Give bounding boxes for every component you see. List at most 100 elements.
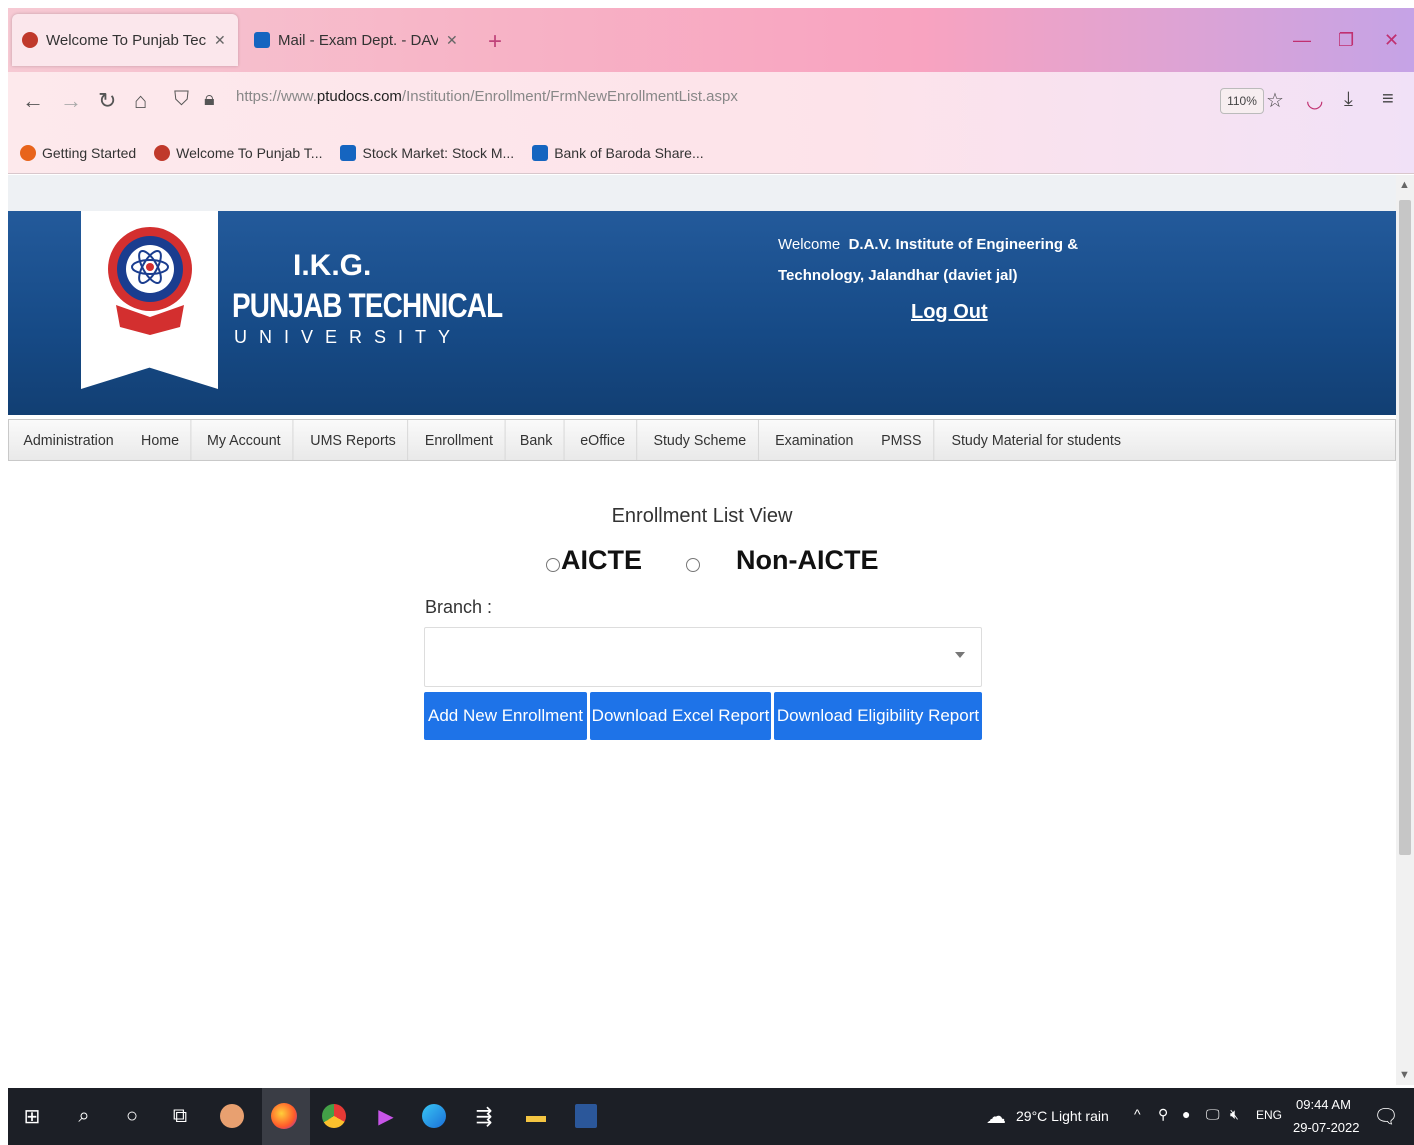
url-path: /Institution/Enrollment/FrmNewEnrollment… (401, 88, 738, 105)
url-domain: ptudocs.com (316, 88, 402, 105)
menu-pmss[interactable]: PMSS (870, 420, 934, 460)
pocket-icon[interactable]: ◡ (1306, 88, 1323, 113)
main-menu: Administration Home My Account UMS Repor… (8, 419, 1396, 461)
radio-aicte[interactable] (546, 558, 560, 572)
ptu-favicon-icon (154, 144, 171, 161)
university-name-line2: PUNJAB TECHNICAL (232, 287, 503, 325)
bookmark-getting-started[interactable]: Getting Started (20, 144, 136, 161)
add-new-enrollment-button[interactable]: Add New Enrollment (424, 692, 587, 740)
zoom-indicator[interactable]: 110% (1220, 88, 1264, 114)
bookmarks-bar: Getting Started Welcome To Punjab T... S… (8, 132, 1414, 174)
institute-name-line1: D.A.V. Institute of Engineering & (848, 236, 1079, 253)
university-name-line3: UNIVERSITY (234, 327, 463, 347)
tab-welcome-ptu[interactable]: Welcome To Punjab Technical U ✕ (12, 14, 238, 66)
download-eligibility-report-button[interactable]: Download Eligibility Report (774, 692, 982, 740)
app-tray-icon[interactable]: ⚲ (1158, 1106, 1168, 1123)
volume-icon[interactable]: 🔇︎ (1230, 1106, 1239, 1123)
reload-icon[interactable]: ↻ (98, 88, 116, 114)
scroll-down-icon[interactable]: ▼ (1399, 1069, 1410, 1081)
windows-start-icon[interactable]: ⊞ (18, 1102, 46, 1130)
university-name-line1: I.K.G. (293, 249, 372, 282)
home-icon[interactable]: ⌂ (134, 88, 147, 114)
menu-administration[interactable]: Administration (12, 420, 125, 460)
clock-time[interactable]: 09:44 AM (1296, 1097, 1351, 1112)
bookmark-stock-market[interactable]: Stock Market: Stock M... (340, 144, 515, 161)
search-icon[interactable]: ⌕ (70, 1102, 98, 1130)
download-icon[interactable]: ⤓ (1344, 88, 1353, 111)
tab-mail-exam-dept[interactable]: Mail - Exam Dept. - DAVIET - O ✕ (244, 14, 470, 66)
bookmark-label: Bank of Baroda Share... (554, 144, 704, 161)
menu-bank[interactable]: Bank (509, 420, 566, 460)
menu-examination[interactable]: Examination (764, 420, 865, 460)
weather-icon[interactable]: ☁ (982, 1102, 1010, 1130)
chevron-down-icon (955, 652, 965, 658)
branch-label: Branch : (425, 597, 493, 617)
notification-icon[interactable]: 🗨︎ (1372, 1102, 1400, 1130)
weather-text[interactable]: 29°C Light rain (1016, 1108, 1109, 1124)
browser-tab-bar: Welcome To Punjab Technical U ✕ Mail - E… (8, 8, 1414, 72)
menu-eoffice[interactable]: eOffice (568, 420, 637, 460)
menu-enrollment[interactable]: Enrollment (413, 420, 505, 460)
windows-taskbar: ⊞ ⌕ ○ ⧉ ▶ ⇶ ▬ ☁ 29°C Light rain ^ ⚲ ● 🖵︎… (8, 1088, 1414, 1145)
logout-link[interactable]: Log Out (911, 301, 988, 324)
firefox-icon (20, 144, 36, 161)
page-title: Enrollment List View (611, 505, 793, 527)
back-icon[interactable]: ← (22, 88, 44, 114)
file-explorer-icon[interactable]: ▬ (522, 1102, 550, 1130)
close-window-icon[interactable]: ✕ (1384, 30, 1399, 51)
chrome-tray-icon[interactable]: ● (1182, 1106, 1190, 1122)
menu-home[interactable]: Home (130, 420, 192, 460)
lock-icon[interactable]: 🔒︎ (204, 88, 215, 111)
restore-icon[interactable]: ❐ (1338, 30, 1354, 51)
ptu-favicon-icon (22, 32, 38, 48)
bookmark-label: Stock Market: Stock M... (362, 144, 515, 161)
web-page: I.K.G. PUNJAB TECHNICAL UNIVERSITY Welco… (8, 175, 1396, 1085)
url-prefix: https://www. (236, 88, 317, 105)
university-emblem-icon (108, 227, 192, 335)
top-strip (8, 175, 1396, 211)
stock-favicon-icon (340, 144, 357, 161)
language-indicator[interactable]: ENG (1256, 1108, 1282, 1122)
scroll-thumb[interactable] (1399, 200, 1411, 855)
media-player-icon[interactable]: ▶ (372, 1102, 400, 1130)
star-icon[interactable]: ☆ (1266, 88, 1284, 113)
network-icon[interactable]: 🖵︎ (1206, 1106, 1220, 1123)
menu-icon[interactable]: ≡ (1382, 88, 1394, 111)
menu-study-scheme[interactable]: Study Scheme (642, 420, 759, 460)
page-scrollbar[interactable]: ▲ ▼ (1396, 175, 1414, 1085)
menu-ums-reports[interactable]: UMS Reports (298, 420, 408, 460)
institute-name-line2: Technology, Jalandhar (daviet jal) (778, 267, 1018, 284)
bookmark-bank-of-baroda[interactable]: Bank of Baroda Share... (532, 144, 704, 161)
word-icon[interactable] (572, 1102, 600, 1130)
download-excel-report-button[interactable]: Download Excel Report (590, 692, 771, 740)
branch-select[interactable] (424, 627, 982, 687)
scroll-up-icon[interactable]: ▲ (1399, 179, 1410, 191)
forward-icon[interactable]: → (60, 88, 82, 114)
menu-my-account[interactable]: My Account (196, 420, 294, 460)
clock-date[interactable]: 29-07-2022 (1293, 1120, 1360, 1135)
bookmark-welcome-ptu[interactable]: Welcome To Punjab T... (154, 144, 323, 161)
radio-non-aicte[interactable] (686, 558, 700, 572)
chrome-icon[interactable] (320, 1102, 348, 1130)
minimize-icon[interactable]: — (1293, 30, 1311, 51)
radio-non-aicte-label: Non-AICTE (736, 545, 879, 575)
chevron-up-icon[interactable]: ^ (1134, 1106, 1141, 1122)
shield-icon[interactable]: ⛉ (174, 88, 189, 111)
tab-label: Mail - Exam Dept. - DAVIET - O (278, 31, 438, 49)
address-bar[interactable]: https://www.ptudocs.com/Institution/Enro… (236, 88, 738, 105)
app-icon[interactable] (218, 1102, 246, 1130)
firefox-icon[interactable] (270, 1102, 298, 1130)
bookmark-label: Welcome To Punjab T... (176, 144, 323, 161)
app-icon[interactable]: ⇶ (470, 1102, 498, 1130)
browser-nav-bar: ← → ↻ ⌂ ⛉ 🔒︎ https://www.ptudocs.com/Ins… (8, 72, 1414, 132)
header-banner: I.K.G. PUNJAB TECHNICAL UNIVERSITY Welco… (8, 211, 1396, 415)
menu-study-material[interactable]: Study Material for students (940, 420, 1132, 460)
new-tab-icon[interactable]: + (488, 28, 502, 56)
cortana-icon[interactable]: ○ (118, 1102, 146, 1130)
task-view-icon[interactable]: ⧉ (166, 1102, 194, 1130)
close-icon[interactable]: ✕ (446, 32, 458, 49)
stock-favicon-icon (532, 144, 549, 161)
radio-aicte-label: AICTE (561, 545, 642, 575)
edge-icon[interactable] (420, 1102, 448, 1130)
close-icon[interactable]: ✕ (214, 32, 226, 49)
